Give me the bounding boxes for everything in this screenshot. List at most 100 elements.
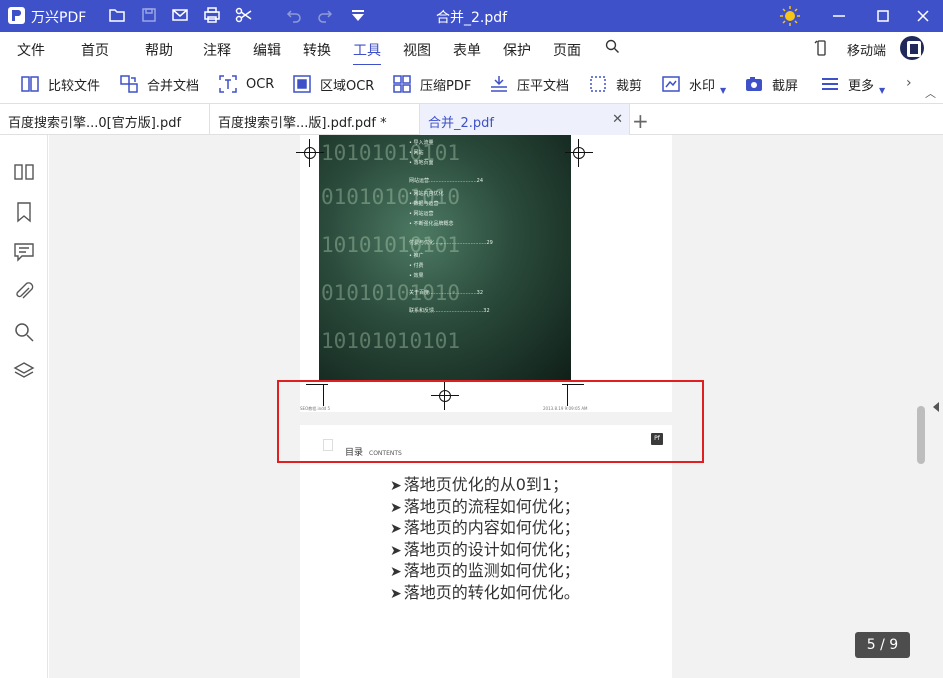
binary-line: 10101010101 xyxy=(321,141,461,165)
tab-doc-3[interactable]: 合并_2.pdf ✕ xyxy=(420,104,630,135)
menu-file[interactable]: 文件 xyxy=(17,40,45,60)
menu-view[interactable]: 视图 xyxy=(403,40,431,60)
toc-line: • 网站 xyxy=(409,150,424,156)
list-item-text: 落地页的流程如何优化； xyxy=(403,496,580,516)
menu-tools[interactable]: 工具 xyxy=(353,40,381,66)
more-label: 更多 xyxy=(848,78,875,94)
attachment-icon[interactable] xyxy=(13,281,35,303)
merge-icon xyxy=(120,75,138,93)
comment-icon[interactable] xyxy=(13,241,35,263)
arrow-bullet-icon: ➤ xyxy=(390,521,402,537)
thumbnails-icon[interactable] xyxy=(13,161,35,183)
list-item-text: 落地页的设计如何优化； xyxy=(403,539,580,559)
compress-pdf-button[interactable]: 压缩PDF xyxy=(392,72,471,96)
area-ocr-button[interactable]: 区域OCR xyxy=(292,72,374,96)
undo-icon[interactable] xyxy=(285,6,305,26)
list-item: ➤ 落地页的流程如何优化； xyxy=(390,497,580,519)
toc-line: 付费与优化.................................29 xyxy=(409,240,493,246)
menu-protect[interactable]: 保护 xyxy=(503,40,531,60)
add-tab-icon[interactable]: + xyxy=(632,109,649,133)
expand-right-panel-icon[interactable] xyxy=(933,402,939,412)
screenshot-label: 截屏 xyxy=(772,78,799,94)
crop-label: 裁剪 xyxy=(616,78,643,94)
menu-home[interactable]: 首页 xyxy=(81,40,109,60)
menu-page[interactable]: 页面 xyxy=(553,40,581,60)
toc-line: 网站运营..............................24 xyxy=(409,178,484,184)
ocr-button[interactable]: OCR xyxy=(218,72,274,96)
redo-icon[interactable] xyxy=(316,6,336,26)
minimize-icon[interactable] xyxy=(826,3,852,29)
collapse-ribbon-icon[interactable]: ︿ xyxy=(925,85,936,101)
toc-line: 联系和反馈...............................32 xyxy=(409,308,490,314)
more-button[interactable]: 更多 ▼ xyxy=(820,72,885,96)
flatten-icon xyxy=(491,76,507,92)
merge-docs-button[interactable]: 合并文档 xyxy=(119,72,199,96)
arrow-bullet-icon: ➤ xyxy=(390,542,402,559)
toc-line: • 推广 xyxy=(409,253,424,259)
toc-line: 关于百度..............................32 xyxy=(409,290,484,296)
flatten-doc-label: 压平文档 xyxy=(517,78,570,94)
compare-files-button[interactable]: 比较文件 xyxy=(20,72,100,96)
menu-help[interactable]: 帮助 xyxy=(145,40,173,60)
screenshot-button[interactable]: 截屏 xyxy=(744,72,798,96)
page-indicator: 5 / 9 xyxy=(855,632,910,658)
menu-annotate[interactable]: 注释 xyxy=(203,40,231,60)
chevron-right-icon[interactable]: › xyxy=(906,75,912,91)
app-name: 万兴PDF xyxy=(31,10,87,26)
search-icon[interactable] xyxy=(13,321,35,343)
tools-ribbon: 比较文件 合并文档 OCR 区域OCR 压缩PDF 压平文档 裁剪 水印 ▼ 截… xyxy=(0,65,943,103)
bookmark-icon[interactable] xyxy=(13,201,35,223)
list-item: ➤ 落地页优化的从0到1； xyxy=(390,475,580,497)
menu-edit[interactable]: 编辑 xyxy=(253,40,281,60)
menu-bar: 文件 首页 帮助 注释 编辑 转换 工具 视图 表单 保护 页面 移动端 xyxy=(0,32,943,66)
watermark-button[interactable]: 水印 ▼ xyxy=(661,72,726,96)
vertical-scrollbar[interactable] xyxy=(917,406,925,464)
crop-icon xyxy=(590,76,606,92)
maximize-icon[interactable] xyxy=(870,3,896,29)
tab-bar: 百度搜索引擎...0[官方版].pdf 百度搜索引擎...版].pdf.pdf … xyxy=(0,103,943,135)
arrow-bullet-icon: ➤ xyxy=(390,478,402,494)
menu-convert[interactable]: 转换 xyxy=(303,40,331,60)
chevron-down-icon[interactable]: ▼ xyxy=(720,86,726,95)
binary-line: 10101010101 xyxy=(321,329,461,353)
compare-icon xyxy=(21,76,39,92)
open-folder-icon[interactable] xyxy=(108,6,128,26)
left-sidebar xyxy=(0,135,48,678)
crop-mark-icon xyxy=(565,139,593,167)
tab-doc-1[interactable]: 百度搜索引擎...0[官方版].pdf xyxy=(0,104,210,135)
compress-pdf-label: 压缩PDF xyxy=(420,78,472,94)
arrow-bullet-icon: ➤ xyxy=(390,585,402,602)
ocr-icon xyxy=(219,75,237,93)
bullet-list: ➤ 落地页优化的从0到1； ➤ 落地页的流程如何优化； ➤ 落地页的内容如何优化； ➤… xyxy=(390,475,580,604)
email-icon[interactable] xyxy=(171,6,191,26)
quick-access-dropdown-icon[interactable] xyxy=(349,6,369,26)
highlight-box xyxy=(277,380,704,463)
save-icon[interactable] xyxy=(140,6,160,26)
layers-icon[interactable] xyxy=(13,360,35,382)
menu-form[interactable]: 表单 xyxy=(453,40,481,60)
list-item: ➤ 落地页的内容如何优化； xyxy=(390,518,580,540)
screenshot-icon xyxy=(746,77,762,91)
flatten-doc-button[interactable]: 压平文档 xyxy=(489,72,569,96)
theme-sun-icon[interactable] xyxy=(777,3,803,29)
list-item: ➤ 落地页的监测如何优化； xyxy=(390,561,580,583)
print-icon[interactable] xyxy=(203,6,223,26)
compare-files-label: 比较文件 xyxy=(48,78,101,94)
tab-doc-2[interactable]: 百度搜索引擎...版].pdf.pdf * xyxy=(210,104,420,135)
chevron-down-icon[interactable]: ▼ xyxy=(879,86,885,95)
toc-line: • 网站运营 xyxy=(409,211,434,217)
toc-line: • 付费 xyxy=(409,263,424,269)
ocr-label: OCR xyxy=(246,76,275,92)
arrow-bullet-icon: ➤ xyxy=(390,564,402,580)
cover-image: 10101010101 01010101010 10101010101 0101… xyxy=(319,135,571,382)
close-tab-icon[interactable]: ✕ xyxy=(612,112,623,127)
list-item-text: 落地页优化的从0到1； xyxy=(403,475,569,494)
crop-button[interactable]: 裁剪 xyxy=(588,72,642,96)
account-icon[interactable] xyxy=(900,36,924,60)
mobile-link[interactable]: 移动端 xyxy=(847,40,886,59)
mobile-device-icon xyxy=(814,40,826,60)
toc-line: • 数据与运营 xyxy=(409,201,439,207)
search-icon[interactable] xyxy=(605,39,620,58)
close-window-icon[interactable] xyxy=(910,3,936,29)
scissors-icon[interactable] xyxy=(235,6,255,26)
